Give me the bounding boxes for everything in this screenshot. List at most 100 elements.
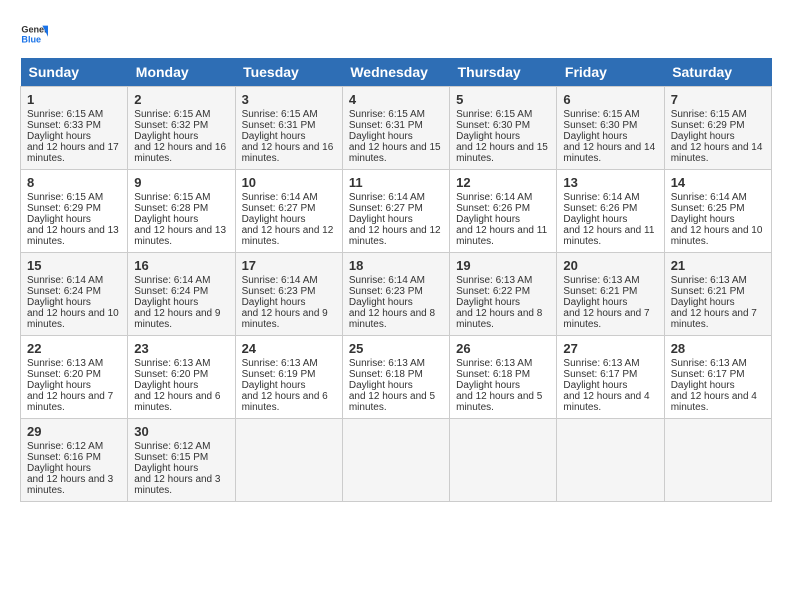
daylight-duration: and 12 hours and 5 minutes.	[349, 391, 435, 413]
day-number: 18	[349, 258, 443, 273]
table-row: 3 Sunrise: 6:15 AM Sunset: 6:31 PM Dayli…	[235, 87, 342, 170]
table-row	[450, 419, 557, 502]
table-row	[557, 419, 664, 502]
svg-text:Blue: Blue	[21, 34, 41, 44]
table-row: 1 Sunrise: 6:15 AM Sunset: 6:33 PM Dayli…	[21, 87, 128, 170]
sunrise-text: Sunrise: 6:14 AM	[242, 275, 318, 286]
daylight-label: Daylight hours	[563, 380, 627, 391]
table-row: 29 Sunrise: 6:12 AM Sunset: 6:16 PM Dayl…	[21, 419, 128, 502]
sunset-text: Sunset: 6:32 PM	[134, 120, 208, 131]
daylight-label: Daylight hours	[456, 214, 520, 225]
day-number: 5	[456, 92, 550, 107]
daylight-duration: and 12 hours and 16 minutes.	[242, 142, 334, 164]
sunrise-text: Sunrise: 6:14 AM	[27, 275, 103, 286]
daylight-duration: and 12 hours and 12 minutes.	[242, 225, 334, 247]
sunset-text: Sunset: 6:20 PM	[27, 369, 101, 380]
sunrise-text: Sunrise: 6:14 AM	[349, 275, 425, 286]
daylight-label: Daylight hours	[134, 131, 198, 142]
daylight-duration: and 12 hours and 16 minutes.	[134, 142, 226, 164]
table-row	[235, 419, 342, 502]
sunrise-text: Sunrise: 6:15 AM	[134, 109, 210, 120]
daylight-label: Daylight hours	[671, 297, 735, 308]
day-number: 27	[563, 341, 657, 356]
table-row: 6 Sunrise: 6:15 AM Sunset: 6:30 PM Dayli…	[557, 87, 664, 170]
daylight-label: Daylight hours	[27, 297, 91, 308]
table-row: 24 Sunrise: 6:13 AM Sunset: 6:19 PM Dayl…	[235, 336, 342, 419]
col-thursday: Thursday	[450, 58, 557, 87]
daylight-label: Daylight hours	[349, 214, 413, 225]
sunrise-text: Sunrise: 6:12 AM	[134, 441, 210, 452]
daylight-duration: and 12 hours and 4 minutes.	[563, 391, 649, 413]
sunset-text: Sunset: 6:24 PM	[27, 286, 101, 297]
daylight-label: Daylight hours	[456, 131, 520, 142]
sunrise-text: Sunrise: 6:13 AM	[134, 358, 210, 369]
sunrise-text: Sunrise: 6:15 AM	[134, 192, 210, 203]
table-row: 20 Sunrise: 6:13 AM Sunset: 6:21 PM Dayl…	[557, 253, 664, 336]
sunrise-text: Sunrise: 6:15 AM	[349, 109, 425, 120]
daylight-duration: and 12 hours and 8 minutes.	[349, 308, 435, 330]
sunrise-text: Sunrise: 6:13 AM	[563, 358, 639, 369]
daylight-duration: and 12 hours and 3 minutes.	[27, 474, 113, 496]
col-sunday: Sunday	[21, 58, 128, 87]
daylight-label: Daylight hours	[134, 463, 198, 474]
sunset-text: Sunset: 6:26 PM	[563, 203, 637, 214]
day-number: 2	[134, 92, 228, 107]
sunrise-text: Sunrise: 6:15 AM	[563, 109, 639, 120]
daylight-label: Daylight hours	[671, 214, 735, 225]
daylight-duration: and 12 hours and 13 minutes.	[27, 225, 119, 247]
day-number: 13	[563, 175, 657, 190]
daylight-label: Daylight hours	[671, 380, 735, 391]
daylight-duration: and 12 hours and 10 minutes.	[27, 308, 119, 330]
table-row: 26 Sunrise: 6:13 AM Sunset: 6:18 PM Dayl…	[450, 336, 557, 419]
day-number: 28	[671, 341, 765, 356]
sunrise-text: Sunrise: 6:15 AM	[242, 109, 318, 120]
sunset-text: Sunset: 6:23 PM	[349, 286, 423, 297]
day-number: 26	[456, 341, 550, 356]
table-row: 19 Sunrise: 6:13 AM Sunset: 6:22 PM Dayl…	[450, 253, 557, 336]
daylight-duration: and 12 hours and 10 minutes.	[671, 225, 763, 247]
daylight-duration: and 12 hours and 9 minutes.	[134, 308, 220, 330]
table-row: 16 Sunrise: 6:14 AM Sunset: 6:24 PM Dayl…	[128, 253, 235, 336]
col-monday: Monday	[128, 58, 235, 87]
day-number: 10	[242, 175, 336, 190]
sunrise-text: Sunrise: 6:14 AM	[456, 192, 532, 203]
calendar-header-row: Sunday Monday Tuesday Wednesday Thursday…	[21, 58, 772, 87]
table-row	[342, 419, 449, 502]
daylight-duration: and 12 hours and 13 minutes.	[134, 225, 226, 247]
daylight-label: Daylight hours	[349, 131, 413, 142]
calendar-week-row: 22 Sunrise: 6:13 AM Sunset: 6:20 PM Dayl…	[21, 336, 772, 419]
day-number: 29	[27, 424, 121, 439]
daylight-label: Daylight hours	[563, 214, 627, 225]
sunset-text: Sunset: 6:27 PM	[242, 203, 316, 214]
table-row: 27 Sunrise: 6:13 AM Sunset: 6:17 PM Dayl…	[557, 336, 664, 419]
sunset-text: Sunset: 6:31 PM	[242, 120, 316, 131]
sunset-text: Sunset: 6:25 PM	[671, 203, 745, 214]
daylight-label: Daylight hours	[563, 297, 627, 308]
sunset-text: Sunset: 6:16 PM	[27, 452, 101, 463]
sunrise-text: Sunrise: 6:13 AM	[563, 275, 639, 286]
sunrise-text: Sunrise: 6:13 AM	[242, 358, 318, 369]
sunrise-text: Sunrise: 6:15 AM	[27, 192, 103, 203]
day-number: 7	[671, 92, 765, 107]
calendar-table: Sunday Monday Tuesday Wednesday Thursday…	[20, 58, 772, 502]
table-row: 5 Sunrise: 6:15 AM Sunset: 6:30 PM Dayli…	[450, 87, 557, 170]
daylight-label: Daylight hours	[27, 463, 91, 474]
sunset-text: Sunset: 6:21 PM	[671, 286, 745, 297]
table-row: 28 Sunrise: 6:13 AM Sunset: 6:17 PM Dayl…	[664, 336, 771, 419]
sunset-text: Sunset: 6:33 PM	[27, 120, 101, 131]
sunrise-text: Sunrise: 6:13 AM	[27, 358, 103, 369]
day-number: 12	[456, 175, 550, 190]
sunset-text: Sunset: 6:27 PM	[349, 203, 423, 214]
daylight-duration: and 12 hours and 6 minutes.	[242, 391, 328, 413]
sunrise-text: Sunrise: 6:14 AM	[349, 192, 425, 203]
daylight-duration: and 12 hours and 14 minutes.	[563, 142, 655, 164]
daylight-duration: and 12 hours and 12 minutes.	[349, 225, 441, 247]
day-number: 11	[349, 175, 443, 190]
sunrise-text: Sunrise: 6:13 AM	[456, 358, 532, 369]
daylight-label: Daylight hours	[671, 131, 735, 142]
sunset-text: Sunset: 6:22 PM	[456, 286, 530, 297]
table-row: 15 Sunrise: 6:14 AM Sunset: 6:24 PM Dayl…	[21, 253, 128, 336]
daylight-label: Daylight hours	[134, 380, 198, 391]
sunset-text: Sunset: 6:21 PM	[563, 286, 637, 297]
page-header: General Blue	[20, 20, 772, 48]
